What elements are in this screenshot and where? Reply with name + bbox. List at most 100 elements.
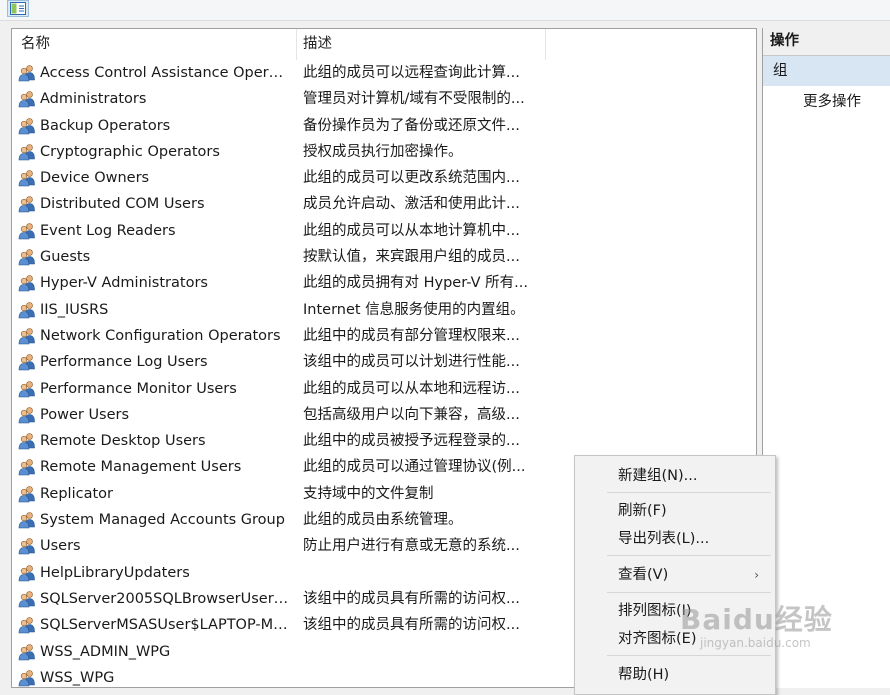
user-group-icon <box>18 274 36 292</box>
group-description: 授权成员执行加密操作。 <box>303 143 463 160</box>
group-name: SQLServerMSASUser$LAPTOP-M9... <box>40 617 292 634</box>
group-name: Device Owners <box>40 170 150 187</box>
group-name: Users <box>40 538 81 555</box>
group-description: 此组的成员由系统管理。 <box>303 512 463 529</box>
group-name: HelpLibraryUpdaters <box>40 564 190 581</box>
menu-separator <box>607 492 771 493</box>
group-description: 成员允许启动、激活和使用此计... <box>303 196 520 213</box>
group-description: 按默认值，来宾跟用户组的成员... <box>303 249 520 266</box>
group-name: Guests <box>40 249 91 266</box>
chevron-right-icon: › <box>754 568 759 582</box>
menu-item-export-list[interactable]: 导出列表(L)... <box>575 525 775 553</box>
group-name: Remote Desktop Users <box>40 433 206 450</box>
actions-title: 操作 <box>763 28 890 56</box>
group-description: 此组的成员可以从本地和远程访... <box>303 380 520 397</box>
menu-item-view[interactable]: 查看(V) › <box>575 561 775 589</box>
list-item[interactable]: Event Log Readers 此组的成员可以从本地计算机中... <box>12 218 756 244</box>
group-description: Internet 信息服务使用的内置组。 <box>303 301 525 318</box>
group-name: Distributed COM Users <box>40 196 205 213</box>
user-group-icon <box>18 353 36 371</box>
context-menu: 新建组(N)... 刷新(F) 导出列表(L)... 查看(V) › 排列图标(… <box>574 455 776 695</box>
group-name: Cryptographic Operators <box>40 143 220 160</box>
toolbar <box>0 0 890 21</box>
baidu-watermark: Baidu经验 jingyan.baidu.com <box>680 598 860 654</box>
user-group-icon <box>18 222 36 240</box>
group-name: Access Control Assistance Operators <box>40 65 292 81</box>
list-item[interactable]: Cryptographic Operators 授权成员执行加密操作。 <box>12 139 756 165</box>
user-group-icon <box>18 143 36 161</box>
watermark-url: jingyan.baidu.com <box>700 636 811 650</box>
user-group-icon <box>18 406 36 424</box>
list-item[interactable]: IIS_IUSRS Internet 信息服务使用的内置组。 <box>12 297 756 323</box>
list-item[interactable]: Device Owners 此组的成员可以更改系统范围内... <box>12 165 756 191</box>
group-description: 该组中的成员可以计划进行性能... <box>303 354 520 371</box>
user-group-icon <box>18 564 36 582</box>
group-description: 管理员对计算机/域有不受限制的... <box>303 91 525 108</box>
group-description: 此组的成员可以从本地计算机中... <box>303 222 520 239</box>
group-description: 备份操作员为了备份或还原文件... <box>303 117 520 134</box>
user-group-icon <box>18 432 36 450</box>
group-name: Remote Management Users <box>40 459 242 476</box>
menu-separator <box>607 555 771 556</box>
user-group-icon <box>18 380 36 398</box>
user-group-icon <box>18 643 36 661</box>
group-name: Network Configuration Operators <box>40 327 281 344</box>
group-name: Administrators <box>40 91 147 108</box>
group-description: 此组中的成员被授予远程登录的... <box>303 433 520 450</box>
list-item[interactable]: Backup Operators 备份操作员为了备份或还原文件... <box>12 113 756 139</box>
group-description: 防止用户进行有意或无意的系统... <box>303 538 520 555</box>
more-actions-link[interactable]: 更多操作 <box>763 86 890 118</box>
group-name: Event Log Readers <box>40 222 176 239</box>
group-name: Performance Monitor Users <box>40 380 237 397</box>
group-name: IIS_IUSRS <box>40 301 109 318</box>
group-name: SQLServer2005SQLBrowserUser$L... <box>40 590 292 607</box>
user-group-icon <box>18 90 36 108</box>
menu-item-help[interactable]: 帮助(H) <box>575 661 775 689</box>
list-item[interactable]: Guests 按默认值，来宾跟用户组的成员... <box>12 244 756 270</box>
actions-pane: 操作 组 更多操作 <box>762 28 890 688</box>
column-header-name[interactable]: 名称 <box>12 29 297 60</box>
list-item[interactable]: Access Control Assistance Operators 此组的成员… <box>12 60 756 86</box>
group-name: Replicator <box>40 485 113 502</box>
list-item[interactable]: Performance Monitor Users 此组的成员可以从本地和远程访.… <box>12 376 756 402</box>
list-item[interactable]: Performance Log Users 该组中的成员可以计划进行性能... <box>12 349 756 375</box>
user-group-icon <box>18 64 36 82</box>
list-item[interactable]: Distributed COM Users 成员允许启动、激活和使用此计... <box>12 191 756 217</box>
column-header-description[interactable]: 描述 <box>297 29 546 60</box>
list-item[interactable]: Hyper-V Administrators 此组的成员拥有对 Hyper-V 所… <box>12 270 756 296</box>
group-name: Power Users <box>40 406 130 423</box>
list-item[interactable]: Power Users 包括高级用户以向下兼容，高级... <box>12 402 756 428</box>
user-group-icon <box>18 485 36 503</box>
user-group-icon <box>18 301 36 319</box>
list-item[interactable]: Network Configuration Operators 此组中的成员有部分… <box>12 323 756 349</box>
menu-item-refresh[interactable]: 刷新(F) <box>575 497 775 525</box>
group-description: 支持域中的文件复制 <box>303 485 434 502</box>
group-description: 该组中的成员具有所需的访问权... <box>303 617 520 634</box>
group-name: Backup Operators <box>40 117 171 134</box>
show-hide-console-tree-icon[interactable] <box>7 0 29 17</box>
user-group-icon <box>18 511 36 529</box>
group-name: WSS_WPG <box>40 669 115 686</box>
user-group-icon <box>18 195 36 213</box>
actions-group-header[interactable]: 组 <box>763 56 890 86</box>
user-group-icon <box>18 169 36 187</box>
group-description: 此组的成员拥有对 Hyper-V 所有... <box>303 275 528 292</box>
list-item[interactable]: Administrators 管理员对计算机/域有不受限制的... <box>12 86 756 112</box>
group-name: WSS_ADMIN_WPG <box>40 643 171 660</box>
list-item[interactable]: Remote Desktop Users 此组中的成员被授予远程登录的... <box>12 428 756 454</box>
user-group-icon <box>18 117 36 135</box>
group-description: 此组中的成员有部分管理权限来... <box>303 327 520 344</box>
user-group-icon <box>18 669 36 687</box>
watermark-brand: Baidu经验 <box>680 603 833 636</box>
menu-item-new-group[interactable]: 新建组(N)... <box>575 462 775 490</box>
group-description: 此组的成员可以通过管理协议(例... <box>303 459 526 476</box>
user-group-icon <box>18 458 36 476</box>
menu-separator <box>607 655 771 656</box>
group-description: 此组的成员可以远程查询此计算... <box>303 65 520 81</box>
user-group-icon <box>18 248 36 266</box>
user-group-icon <box>18 616 36 634</box>
menu-item-view-label: 查看(V) <box>618 567 669 583</box>
group-name: Performance Log Users <box>40 354 208 371</box>
user-group-icon <box>18 327 36 345</box>
group-description: 该组中的成员具有所需的访问权... <box>303 590 520 607</box>
